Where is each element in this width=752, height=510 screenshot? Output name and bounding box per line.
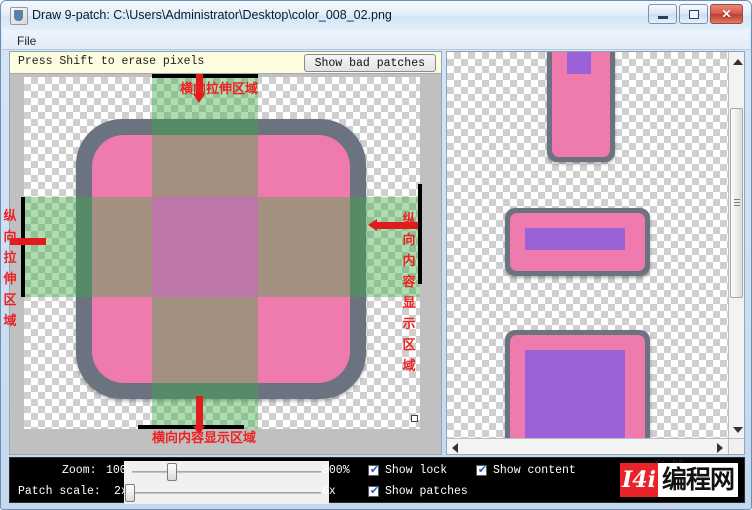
annotation-left-char-0: 纵 [3,209,17,224]
preview-panel [446,51,745,455]
bottom-control-bar: Zoom: 100% 800% Patch scale: 2x 6x Show … [9,457,745,504]
patch-scale-label: Patch scale: [18,485,101,498]
patch-marker-right[interactable] [418,184,422,284]
annotation-right-char-4: 显 [402,296,416,311]
patch-marker-left[interactable] [21,197,25,297]
lock-handle-marker[interactable] [411,415,418,422]
show-bad-patches-button[interactable]: Show bad patches [303,54,436,72]
annotation-right-char-7: 域 [402,359,416,374]
zoom-slider-thumb[interactable] [167,463,177,481]
large-square-preview-content [525,350,625,440]
annotation-left-char-3: 伸 [3,272,17,287]
patch-scale-slider-track [132,492,321,494]
menu-item-file[interactable]: File [11,32,42,50]
editor-canvas[interactable] [10,74,441,454]
annotation-left-char-5: 域 [3,314,17,329]
annotation-label-top: 横向拉伸区域 [180,82,259,97]
bottom-annotation-arrow [196,396,203,428]
annotation-left-char-4: 区 [3,293,17,308]
large-square-preview [505,330,650,440]
hint-text: Press Shift to erase pixels [18,55,205,68]
java-app-icon [10,7,28,25]
close-icon: ✕ [721,7,732,21]
scroll-up-arrow-icon[interactable] [733,59,743,65]
menu-bar: File [2,30,750,50]
zoom-max-value: 800% [322,464,350,477]
application-window: Draw 9-patch: C:\Users\Administrator\Des… [0,0,752,510]
show-patches-checkbox-box[interactable] [368,484,380,497]
annotation-right-char-5: 示 [402,317,416,332]
maximize-button[interactable] [679,4,708,24]
show-patches-label: Show patches [385,485,468,498]
patch-scale-slider-thumb[interactable] [125,484,135,502]
preview-vertical-scrollbar[interactable] [728,52,744,440]
zoom-slider[interactable] [124,461,329,483]
window-title: Draw 9-patch: C:\Users\Administrator\Des… [32,8,392,22]
maximize-icon [680,5,707,23]
right-annotation-arrowhead [368,219,377,231]
annotation-left-char-2: 拉 [3,251,17,266]
scroll-right-arrow-icon[interactable] [717,443,723,453]
annotation-label-bottom: 横向内容显示区域 [152,431,257,446]
show-content-checkbox-box[interactable] [476,463,488,476]
show-lock-label: Show lock [385,464,448,477]
nine-patch-artwork [76,119,366,399]
watermark-mark: I4i [619,463,658,497]
watermark: I4i 编程网 [619,461,738,499]
tall-narrow-preview [547,52,615,162]
scroll-down-arrow-icon[interactable] [733,427,743,433]
minimize-button[interactable] [648,4,677,24]
tall-narrow-preview-content [567,52,591,74]
preview-scroll-thumb[interactable] [730,108,743,298]
annotation-right-char-2: 内 [402,254,416,269]
wide-short-preview [505,208,650,276]
minimize-icon [649,5,676,23]
annotation-right-char-6: 区 [402,338,416,353]
wide-short-preview-content [525,228,625,250]
annotation-label-right: 纵 向 内 容 显 示 区 域 [402,209,416,377]
patch-scale-slider[interactable] [124,482,329,504]
preview-horizontal-scrollbar[interactable] [447,438,728,454]
annotation-label-left: 纵 向 拉 伸 区 域 [3,206,17,332]
scrollbar-corner [728,438,744,454]
title-bar: Draw 9-patch: C:\Users\Administrator\Des… [1,1,751,30]
nine-patch-image[interactable] [24,77,420,429]
watermark-text: 编程网 [657,463,738,497]
annotation-right-char-0: 纵 [402,212,416,227]
main-content: Press Shift to erase pixels Show bad pat… [3,51,745,455]
scroll-left-arrow-icon[interactable] [452,443,458,453]
close-button[interactable]: ✕ [710,4,743,24]
preview-canvas[interactable] [447,52,728,440]
hint-bar: Press Shift to erase pixels Show bad pat… [10,52,441,74]
show-content-label: Show content [493,464,576,477]
zoom-label: Zoom: [62,464,97,477]
annotation-left-char-1: 向 [3,230,17,245]
nine-patch-editor: Press Shift to erase pixels Show bad pat… [9,51,442,455]
annotation-right-char-3: 容 [402,275,416,290]
patch-scale-max-value: 6x [322,485,336,498]
nine-patch-artwork-fill [92,135,350,383]
annotation-right-char-1: 向 [402,233,416,248]
show-lock-checkbox-box[interactable] [368,463,380,476]
zoom-slider-track [132,471,321,473]
